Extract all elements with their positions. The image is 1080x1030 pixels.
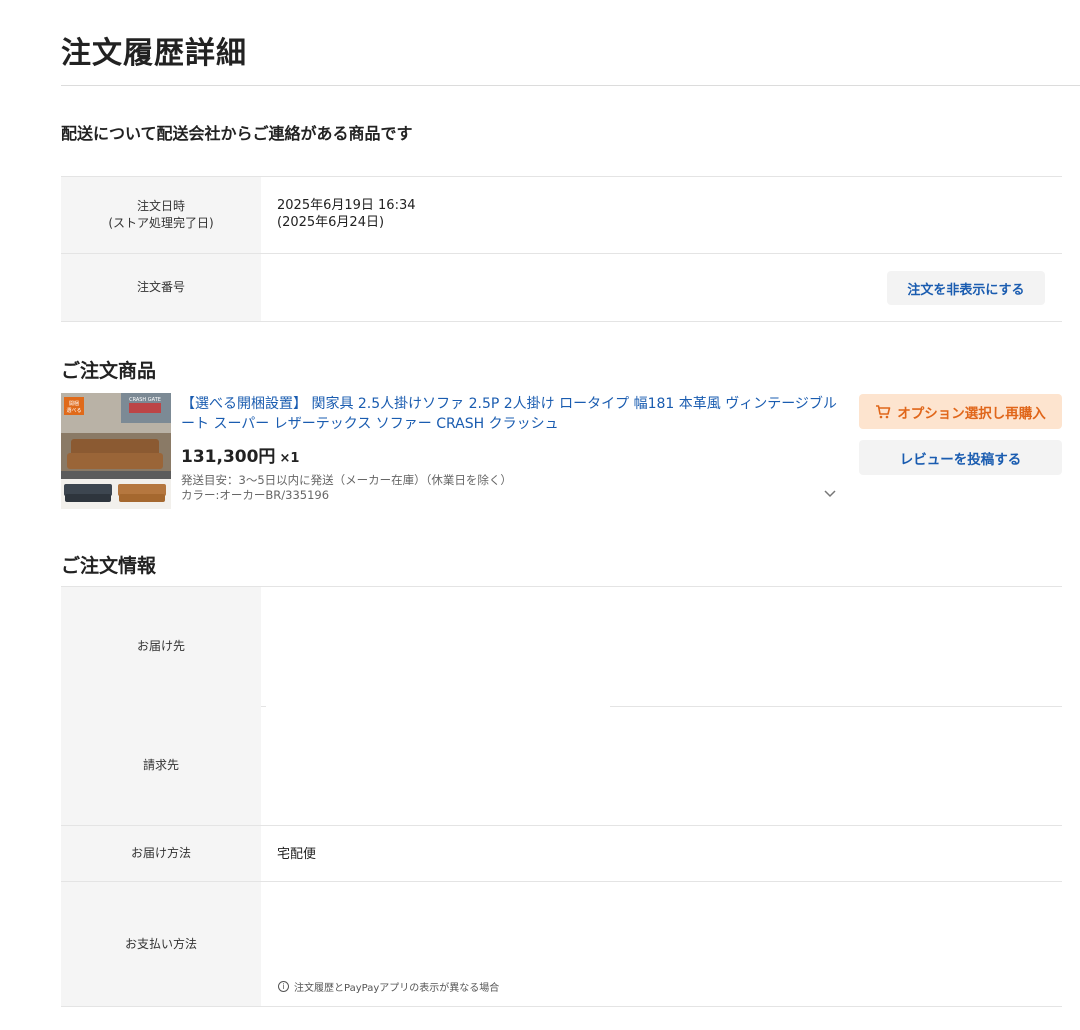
billing-address-label: 請求先 (61, 706, 261, 825)
ordered-products-heading: ご注文商品 (61, 360, 157, 382)
svg-text:選べる: 選べる (66, 407, 81, 414)
order-info-table: 注文日時 (ストア処理完了日) 2025年6月19日 16:34 (2025年6… (61, 176, 1062, 322)
order-date-label-main: 注文日時 (136, 199, 185, 213)
product-thumbnail[interactable]: 開梱 選べる CRASH GATE (61, 393, 171, 509)
delivery-method-label: お届け方法 (61, 826, 261, 881)
hide-order-button[interactable]: 注文を非表示にする (887, 271, 1045, 305)
order-number-label-text: 注文番号 (136, 280, 185, 294)
billing-address-row: 請求先 (61, 706, 1062, 825)
order-date-store-complete: (2025年6月24日) (277, 215, 385, 230)
delivery-notice: 配送について配送会社からご連絡がある商品です (61, 124, 413, 143)
paypay-display-note[interactable]: i 注文履歴とPayPayアプリの表示が異なる場合 (278, 979, 499, 994)
payment-method-row: お支払い方法 (61, 881, 1062, 1007)
delivery-address-value (277, 587, 1062, 706)
order-date-label: 注文日時 (ストア処理完了日) (61, 177, 261, 253)
product-color: カラー:オーカーBR/335196 (181, 488, 330, 502)
cart-icon (876, 404, 891, 418)
order-date-label-sub: (ストア処理完了日) (108, 216, 214, 230)
product-price: 131,300円 ×1 (181, 442, 299, 467)
payment-method-label-text: お支払い方法 (124, 936, 197, 951)
title-divider (61, 85, 1080, 86)
rebuy-with-options-button[interactable]: オプション選択し再購入 (859, 394, 1062, 429)
order-details-table: お届け先 請求先 お届け方法 宅配便 お支払い方法 (61, 586, 1062, 1007)
product-shipping-estimate: 発送目安：3〜5日以内に発送（メーカー在庫）（休業日を除く） (181, 473, 512, 487)
svg-text:CRASH GATE: CRASH GATE (129, 397, 161, 403)
product-quantity: ×1 (279, 451, 300, 466)
post-review-button[interactable]: レビューを投稿する (859, 440, 1062, 475)
order-number-label: 注文番号 (61, 254, 261, 321)
order-number-row: 注文番号 注文を非表示にする (61, 253, 1062, 322)
svg-text:開梱: 開梱 (69, 400, 79, 407)
page-title: 注文履歴詳細 (61, 36, 247, 71)
order-date-datetime: 2025年6月19日 16:34 (277, 198, 416, 213)
payment-method-label: お支払い方法 (61, 882, 261, 1006)
delivery-address-label-text: お届け先 (136, 639, 185, 653)
sofa-image: 開梱 選べる CRASH GATE (61, 393, 171, 509)
delivery-method-value: 宅配便 (277, 847, 317, 862)
delivery-method-label-text: お届け方法 (130, 846, 191, 860)
order-date-value: 2025年6月19日 16:34 (2025年6月24日) (277, 177, 1062, 253)
chevron-down-icon[interactable] (822, 488, 838, 500)
billing-address-label-text: 請求先 (142, 758, 179, 772)
billing-address-value (277, 706, 1062, 825)
delivery-address-row: お届け先 (61, 586, 1062, 706)
delivery-address-label: お届け先 (61, 587, 261, 706)
order-info-heading: ご注文情報 (61, 555, 157, 577)
rebuy-button-label: オプション選択し再購入 (897, 405, 1046, 422)
product-name-link[interactable]: 【選べる開梱設置】 関家具 2.5人掛けソファ 2.5P 2人掛け ロータイプ … (181, 394, 841, 434)
info-icon: i (278, 981, 289, 992)
paypay-note-text: 注文履歴とPayPayアプリの表示が異なる場合 (294, 983, 500, 994)
product-price-value: 131,300円 (181, 447, 276, 467)
delivery-method-row: お届け方法 宅配便 (61, 825, 1062, 881)
order-date-row: 注文日時 (ストア処理完了日) 2025年6月19日 16:34 (2025年6… (61, 176, 1062, 253)
